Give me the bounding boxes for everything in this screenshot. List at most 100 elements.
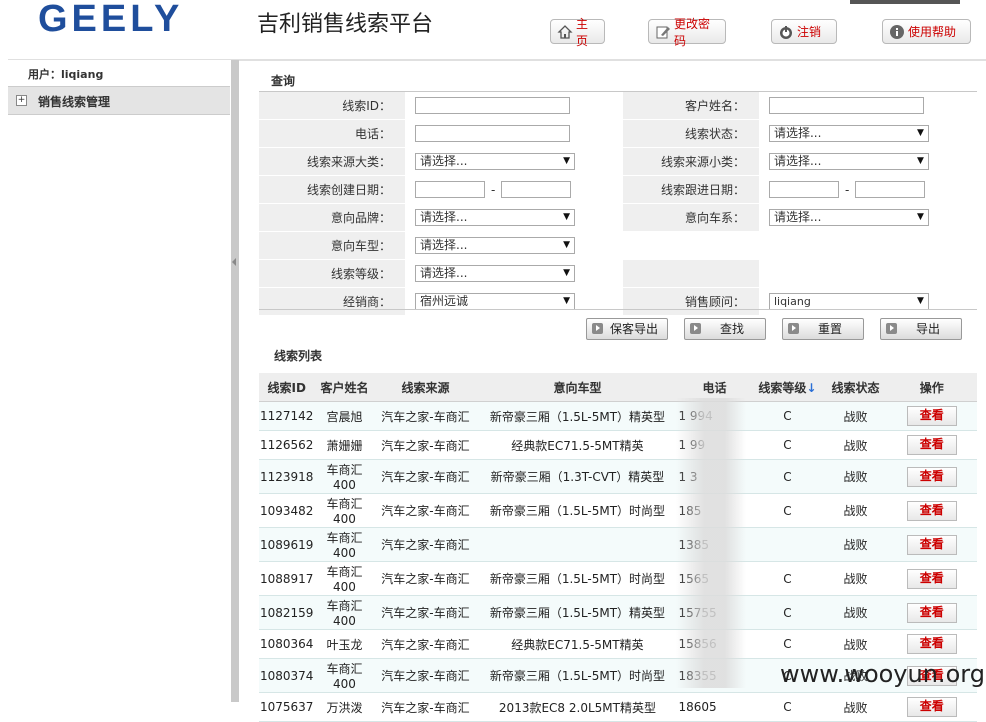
source-major-select[interactable]: 请选择...: [415, 153, 576, 170]
clue-id-label: 线索ID：: [259, 92, 406, 120]
col-source[interactable]: 线索来源: [374, 373, 477, 402]
cell-customer-name: 车商汇400: [314, 527, 375, 562]
cell-customer-name: 叶玉龙: [314, 629, 375, 659]
header: GEELY 吉利销售线索平台 主页 更改密码 注销 使用帮助: [0, 0, 986, 60]
view-button[interactable]: 查看: [906, 568, 957, 589]
logout-button[interactable]: 注销: [771, 19, 837, 44]
follow-date-to[interactable]: [855, 181, 926, 198]
phone-label: 电话：: [259, 119, 406, 148]
col-clue-id[interactable]: 线索ID: [259, 373, 315, 402]
cell-actions: 查看: [886, 561, 977, 596]
model-select[interactable]: 请选择...: [415, 237, 576, 254]
cell-clue-id: 1080374: [259, 658, 315, 693]
level-label: 线索等级：: [259, 259, 406, 288]
collapse-arrow-icon[interactable]: [232, 258, 236, 266]
cell-level: C: [750, 692, 825, 722]
cell-customer-name: 萧姗姗: [314, 430, 375, 460]
cell-clue-id: 1089619: [259, 527, 315, 562]
help-label: 使用帮助: [908, 25, 957, 39]
cell-level: C: [750, 493, 825, 528]
consultant-select[interactable]: liqiang: [768, 293, 929, 310]
cell-level: C: [750, 459, 825, 494]
brand-label: 意向品牌：: [259, 203, 406, 232]
cell-level: C: [750, 430, 825, 460]
cell-status: 战败: [824, 629, 887, 659]
panel-splitter[interactable]: [231, 60, 239, 702]
cell-actions: 查看: [886, 493, 977, 528]
home-button[interactable]: 主页: [550, 17, 605, 48]
level-select[interactable]: 请选择...: [415, 265, 576, 282]
create-date-from[interactable]: [415, 181, 486, 198]
geely-logo: GEELY: [38, 0, 184, 40]
search-button[interactable]: 查找: [684, 318, 766, 340]
view-button[interactable]: 查看: [906, 406, 957, 426]
date-separator: -: [844, 182, 850, 197]
cell-customer-name: 宫晨旭: [314, 401, 375, 431]
change-password-button[interactable]: 更改密码: [648, 17, 726, 48]
help-button[interactable]: 使用帮助: [882, 19, 971, 44]
create-date-to[interactable]: [501, 181, 572, 198]
table-row: 1123918车商汇400汽车之家-车商汇新帝豪三厢（1.3T-CVT）精英型1…: [259, 459, 977, 494]
change-password-label: 更改密码: [674, 16, 711, 48]
cell-source: 汽车之家-车商汇: [374, 658, 477, 693]
play-icon: [788, 323, 799, 334]
source-minor-select[interactable]: 请选择...: [768, 153, 929, 170]
cell-source: 汽车之家-车商汇: [374, 629, 477, 659]
cell-model: 新帝豪三厢（1.5L-5MT）精英型: [476, 595, 679, 630]
power-icon: [778, 24, 794, 40]
phone-input[interactable]: [415, 125, 571, 142]
clue-id-input[interactable]: [415, 97, 571, 114]
cell-model: 新帝豪三厢（1.5L-5MT）时尚型: [476, 493, 679, 528]
customer-name-input[interactable]: [768, 97, 924, 114]
query-form: 线索ID： 客户姓名： 电话： 线索状态： 请选择... 线索来源大类： 请选择…: [259, 92, 977, 316]
cell-source: 汽车之家-车商汇: [374, 561, 477, 596]
series-select[interactable]: 请选择...: [768, 209, 929, 226]
view-button[interactable]: 查看: [906, 466, 957, 487]
reset-button[interactable]: 重置: [782, 318, 864, 340]
view-button[interactable]: 查看: [906, 634, 957, 654]
cell-model: [476, 527, 679, 562]
view-button[interactable]: 查看: [906, 697, 957, 717]
cell-actions: 查看: [886, 629, 977, 659]
cell-source: 汽车之家-车商汇: [374, 459, 477, 494]
dealer-label: 经销商：: [259, 287, 406, 316]
view-button[interactable]: 查看: [906, 500, 957, 521]
sidebar: 用户：liqiang + 销售线索管理: [8, 60, 232, 702]
cell-customer-name: 车商汇400: [314, 595, 375, 630]
clue-status-select[interactable]: 请选择...: [768, 125, 929, 142]
brand-select[interactable]: 请选择...: [415, 209, 576, 226]
clue-status-label: 线索状态：: [623, 119, 759, 148]
cell-actions: 查看: [886, 401, 977, 431]
col-customer-name[interactable]: 客户姓名: [314, 373, 375, 402]
cell-status: 战败: [824, 692, 887, 722]
table-row: 1075637 万洪泼 汽车之家-车商汇 2013款EC8 2.0L5MT精英型 186…: [259, 692, 977, 722]
dealer-select[interactable]: 宿州远诚: [415, 293, 576, 310]
col-actions: 操作: [886, 373, 977, 402]
sort-down-icon[interactable]: ↓: [806, 381, 816, 395]
table-row: 1082159车商汇400汽车之家-车商汇新帝豪三厢（1.5L-5MT）精英型1…: [259, 595, 977, 630]
col-status[interactable]: 线索状态: [824, 373, 887, 402]
view-button[interactable]: 查看: [906, 435, 957, 455]
cell-status: 战败: [824, 561, 887, 596]
view-button[interactable]: 查看: [906, 602, 957, 623]
table-row: 1080364叶玉龙汽车之家-车商汇经典款EC71.5-5MT精英15856C战…: [259, 629, 977, 659]
col-level[interactable]: 线索等级↓: [750, 373, 825, 402]
cell-actions: 查看: [886, 430, 977, 460]
col-model[interactable]: 意向车型: [476, 373, 679, 402]
cell-source: 汽车之家-车商汇: [374, 493, 477, 528]
follow-date-from[interactable]: [768, 181, 839, 198]
cell-model: 新帝豪三厢（1.3T-CVT）精英型: [476, 459, 679, 494]
expand-icon[interactable]: +: [16, 95, 27, 106]
save-export-button[interactable]: 保客导出: [586, 318, 668, 340]
cell-customer-name: 车商汇400: [314, 561, 375, 596]
cell-status: 战败: [824, 527, 887, 562]
consultant-label: 销售顾问：: [623, 287, 759, 316]
export-button[interactable]: 导出: [880, 318, 962, 340]
sidebar-item-clue-management[interactable]: + 销售线索管理: [8, 86, 230, 115]
view-button[interactable]: 查看: [906, 534, 957, 555]
cell-model: 新帝豪三厢（1.5L-5MT）精英型: [476, 401, 679, 431]
cell-level: [750, 527, 825, 562]
top-strip: [850, 0, 960, 4]
cell-clue-id: 1075637: [259, 692, 315, 722]
cell-clue-id: 1080364: [259, 629, 315, 659]
